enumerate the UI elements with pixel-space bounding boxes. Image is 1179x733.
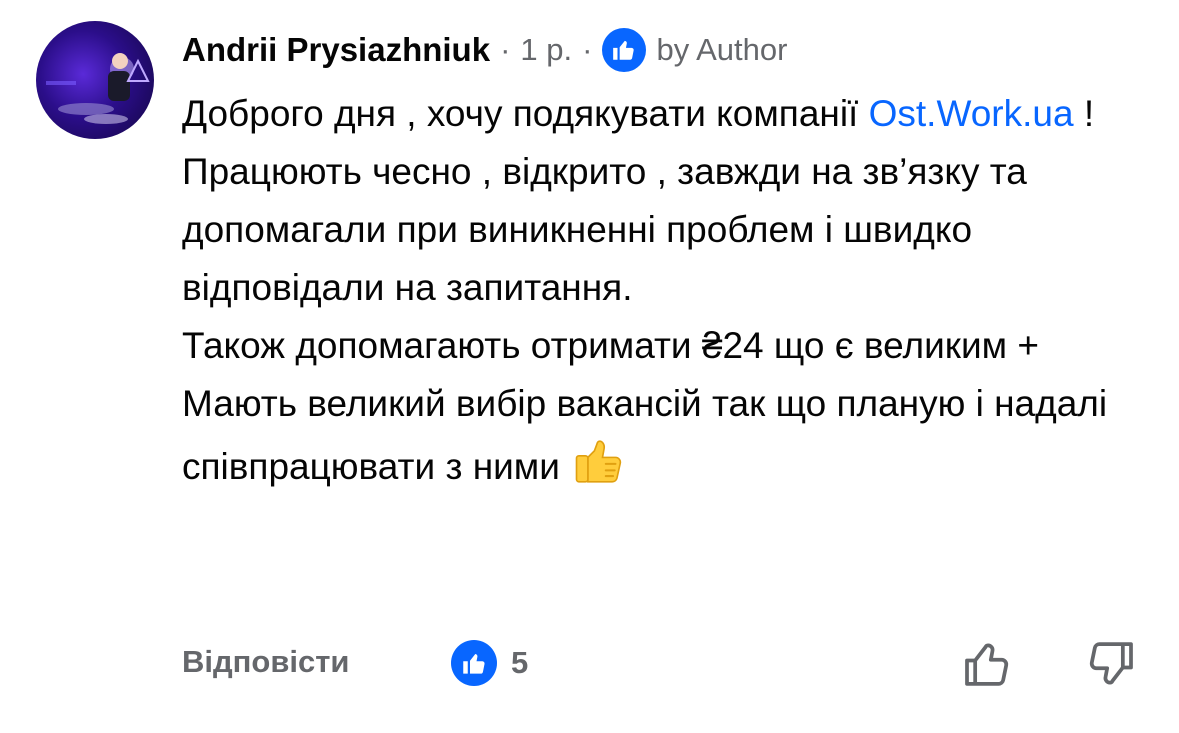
- comment-text: Доброго дня , хочу подякувати компанії: [182, 93, 869, 134]
- avatar[interactable]: [36, 21, 154, 139]
- comment-paragraph: Доброго дня , хочу подякувати компанії O…: [182, 85, 1162, 143]
- like-icon: [451, 640, 497, 686]
- separator-dot: ·: [582, 32, 593, 67]
- upvote-button[interactable]: [960, 636, 1016, 692]
- thumbs-up-emoji-icon: [570, 433, 622, 502]
- company-link[interactable]: Ost.Work.ua: [869, 93, 1074, 134]
- author-like-label: by Author: [656, 32, 788, 67]
- comment-header: Andrii Prysiazhniuk · 1 р. · by Author: [182, 28, 787, 72]
- thumb-up-outline-icon: [965, 643, 1009, 686]
- comment-time[interactable]: 1 р.: [520, 32, 572, 68]
- comment-paragraph: Мають великий вибір вакансій так що план…: [182, 375, 1162, 502]
- reply-button[interactable]: Відповісти: [182, 644, 350, 680]
- like-icon: [602, 28, 647, 72]
- reaction-summary[interactable]: 5: [451, 640, 528, 686]
- separator-dot: ·: [500, 32, 511, 67]
- thumb-down-outline-icon: [1089, 642, 1133, 685]
- comment-paragraph: Також допомагають отримати ₴24 що є вели…: [182, 325, 1039, 366]
- comment-paragraph: Працюють чесно , відкрито , завжди на зв…: [182, 151, 1027, 308]
- avatar-photo: [46, 53, 150, 124]
- downvote-button[interactable]: [1082, 636, 1138, 692]
- like-count: 5: [511, 645, 529, 680]
- comment-body: Доброго дня , хочу подякувати компанії O…: [182, 85, 1162, 502]
- comment-text: !: [1073, 93, 1095, 134]
- author-name[interactable]: Andrii Prysiazhniuk: [182, 31, 490, 69]
- comment-actions: Відповісти 5: [182, 640, 1142, 690]
- comment-text: Мають великий вибір вакансій так що план…: [182, 383, 1108, 487]
